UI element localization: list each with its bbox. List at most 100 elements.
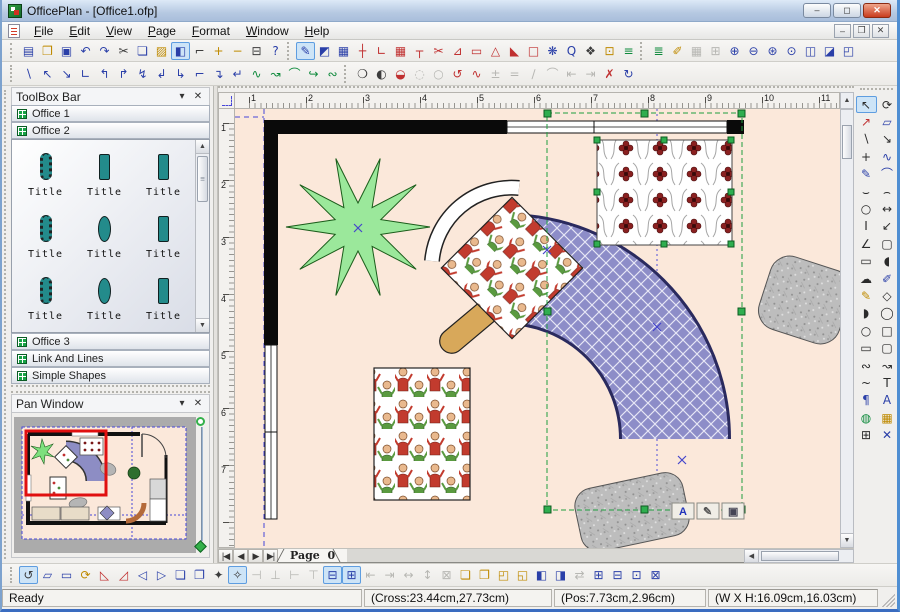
rotate-shape-button[interactable]: ↺ xyxy=(448,65,467,83)
redo-button[interactable]: ↷ xyxy=(95,42,114,60)
print-button[interactable]: ⊟ xyxy=(247,42,266,60)
center-page-h-button[interactable]: ⊟ xyxy=(323,566,342,584)
link-double-start-arrow[interactable]: ↴ xyxy=(209,65,228,83)
fit-selection-button[interactable]: ◫ xyxy=(801,42,820,60)
add-button[interactable]: + xyxy=(209,42,228,60)
corner-select-tool[interactable]: ◣ xyxy=(505,42,524,60)
align-top-button[interactable]: ⊤ xyxy=(304,566,323,584)
weld-button[interactable]: ○ xyxy=(429,65,448,83)
zoom-in-button[interactable]: ⊕ xyxy=(725,42,744,60)
point-tool[interactable]: + xyxy=(856,148,877,165)
rotate-90-tool[interactable]: ⟳ xyxy=(76,566,95,584)
layers-button[interactable]: ≡ xyxy=(619,42,638,60)
align-left-button[interactable]: ⊣ xyxy=(247,566,266,584)
freehand-tool[interactable]: ✎ xyxy=(856,166,877,183)
wall-top[interactable] xyxy=(264,120,744,134)
first-page-button[interactable]: |◀ xyxy=(218,549,233,563)
pan-hand-tool[interactable]: ❖ xyxy=(581,42,600,60)
link-arc-arrow[interactable]: ↪ xyxy=(304,65,323,83)
align-center-button[interactable]: ⊥ xyxy=(266,566,285,584)
open-curve-tool[interactable]: ↝ xyxy=(877,357,898,374)
slider-top-knob[interactable] xyxy=(196,417,205,426)
slider-handle[interactable] xyxy=(194,540,207,553)
reshape-button[interactable]: ∿ xyxy=(467,65,486,83)
pan-collapse-button[interactable]: ▾ xyxy=(175,398,189,409)
properties-button[interactable]: ⊡ xyxy=(600,42,619,60)
marker-tool[interactable]: ✐ xyxy=(877,270,898,287)
mirror-h-tool[interactable]: ◁ xyxy=(133,566,152,584)
toolbox-collapse-button[interactable]: ▾ xyxy=(175,91,189,102)
fit-width-button[interactable]: ◰ xyxy=(839,42,858,60)
same-height-button[interactable]: ↕ xyxy=(418,566,437,584)
insert-row-button[interactable]: ⊞ xyxy=(589,566,608,584)
bring-front-button[interactable]: ❏ xyxy=(456,566,475,584)
add-node-tool[interactable]: ↗ xyxy=(856,113,877,130)
zoom-out-button[interactable]: ⊖ xyxy=(744,42,763,60)
guide-button[interactable]: ⌐ xyxy=(190,42,209,60)
section-office-2[interactable]: Office 2 xyxy=(11,122,210,139)
close-button[interactable]: ✕ xyxy=(863,3,891,18)
mdi-close-button[interactable]: ✕ xyxy=(872,24,889,38)
section-office-1[interactable]: Office 1 xyxy=(11,105,210,122)
snap-grid-button[interactable]: ▦ xyxy=(334,42,353,60)
toolbox-item-conference-table[interactable]: Title xyxy=(16,329,75,333)
toolbox-item-rect-table[interactable]: Title xyxy=(75,143,134,205)
toolbox-item-oval-table[interactable]: Title xyxy=(75,267,134,329)
diagonal-box-tool[interactable]: ⊿ xyxy=(448,42,467,60)
callout-rect-tool[interactable]: ▭ xyxy=(856,253,877,270)
ungroup-button[interactable]: ❐ xyxy=(190,566,209,584)
fit-page-button[interactable]: ◪ xyxy=(820,42,839,60)
send-back-button[interactable]: ❐ xyxy=(475,566,494,584)
scroll-up-icon[interactable]: ▲ xyxy=(196,140,209,154)
closed-curve-tool[interactable]: ∾ xyxy=(856,357,877,374)
space-vertical-button[interactable]: ⇥ xyxy=(581,65,600,83)
zoom-region-button[interactable]: ⊛ xyxy=(763,42,782,60)
link-line[interactable]: ∖ xyxy=(19,65,38,83)
new-button[interactable]: ▤ xyxy=(19,42,38,60)
remove-button[interactable]: − xyxy=(228,42,247,60)
align-right-button[interactable]: ⊢ xyxy=(285,566,304,584)
menu-page[interactable]: Page xyxy=(140,22,184,40)
save-button[interactable]: ▣ xyxy=(57,42,76,60)
paragraph-text-tool[interactable]: ¶ xyxy=(856,392,877,409)
scroll-down-icon[interactable]: ▼ xyxy=(196,318,209,332)
reverse-order-button[interactable]: ⇄ xyxy=(570,566,589,584)
link-curve[interactable]: ∿ xyxy=(247,65,266,83)
note-edit-button[interactable]: ✎ xyxy=(697,503,719,519)
rotate-tool[interactable]: ↺ xyxy=(19,566,38,584)
link-s-curve[interactable]: ∾ xyxy=(323,65,342,83)
toolbox-scrollbar[interactable]: ▲ ▼ xyxy=(195,140,209,332)
menu-help[interactable]: Help xyxy=(297,22,338,40)
angle-tool[interactable]: ∠ xyxy=(856,235,877,252)
drawing-canvas[interactable]: A ✎ ▣ xyxy=(235,109,840,548)
pattern-tool[interactable]: ❋ xyxy=(543,42,562,60)
section-office-3[interactable]: Office 3 xyxy=(11,333,210,350)
intersect-button[interactable]: ◒ xyxy=(391,65,410,83)
pan-zoom-slider[interactable] xyxy=(195,417,207,553)
callout-ellipse-tool[interactable]: ◖ xyxy=(877,253,898,270)
pointer-edit-button[interactable]: ✐ xyxy=(668,42,687,60)
undo-button[interactable]: ↶ xyxy=(76,42,95,60)
group-button[interactable]: ❏ xyxy=(171,566,190,584)
same-width-button[interactable]: ↔ xyxy=(399,566,418,584)
panel-drag-handle[interactable] xyxy=(4,90,8,559)
menu-edit[interactable]: Edit xyxy=(61,22,98,40)
note-image-button[interactable]: ▣ xyxy=(722,503,744,519)
section-simple-shapes[interactable]: Simple Shapes xyxy=(11,367,210,384)
menu-view[interactable]: View xyxy=(98,22,140,40)
polygon-tool[interactable]: ◇ xyxy=(877,287,898,304)
maximize-button[interactable]: ◻ xyxy=(833,3,861,18)
delete-link-button[interactable]: ✗ xyxy=(600,65,619,83)
toolbox-item-rect-table[interactable]: Title xyxy=(134,267,193,329)
pan-minimap[interactable] xyxy=(14,415,196,555)
same-size-button[interactable]: ⊠ xyxy=(437,566,456,584)
table-people[interactable] xyxy=(374,368,470,500)
toolbox-item-oval-table[interactable]: Title xyxy=(75,205,134,267)
combine-button[interactable]: ◌ xyxy=(410,65,429,83)
skew-v-tool[interactable]: ▭ xyxy=(57,566,76,584)
pan-close-button[interactable]: ✕ xyxy=(191,398,205,409)
link-zigzag-start-arrow[interactable]: ↲ xyxy=(152,65,171,83)
link-arc[interactable]: ⌒ xyxy=(285,65,304,83)
small-rect-tool[interactable]: ▢ xyxy=(877,235,898,252)
flip-right-tool[interactable]: ◿ xyxy=(114,566,133,584)
